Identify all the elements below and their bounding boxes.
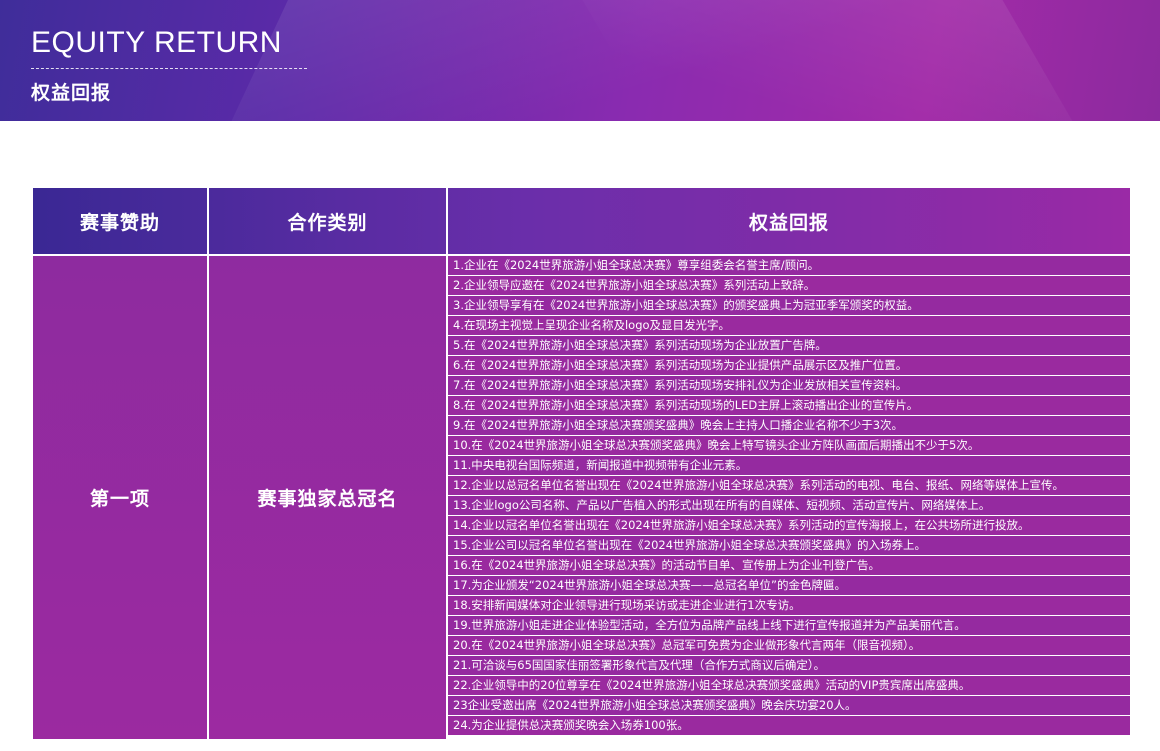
- benefit-row: 24.为企业提供总决赛颁奖晚会入场券100张。: [448, 716, 1130, 736]
- benefit-row: 20.在《2024世界旅游小姐全球总决赛》总冠军可免费为企业做形象代言两年（限音…: [448, 636, 1130, 656]
- column-header-sponsorship: 赛事赞助: [79, 211, 160, 234]
- benefit-row: 7.在《2024世界旅游小姐全球总决赛》系列活动现场安排礼仪为企业发放相关宣传资…: [448, 376, 1130, 396]
- benefit-row: 9.在《2024世界旅游小姐全球总决赛颁奖盛典》晚会上主持人口播企业名称不少于3…: [448, 416, 1130, 436]
- benefit-row: 13.企业logo公司名称、产品以广告植入的形式出现在所有的自媒体、短视频、活动…: [448, 496, 1130, 516]
- benefit-row: 10.在《2024世界旅游小姐全球总决赛颁奖盛典》晚会上特写镜头企业方阵队画面后…: [448, 436, 1130, 456]
- benefit-row: 14.企业以冠名单位名誉出现在《2024世界旅游小姐全球总决赛》系列活动的宣传海…: [448, 516, 1130, 536]
- benefit-row: 12.企业以总冠名单位名誉出现在《2024世界旅游小姐全球总决赛》系列活动的电视…: [448, 476, 1130, 496]
- benefit-row: 21.可洽谈与65国国家佳丽签署形象代言及代理（合作方式商议后确定）。: [448, 656, 1130, 676]
- benefit-row: 16.在《2024世界旅游小姐全球总决赛》的活动节目单、宣传册上为企业刊登广告。: [448, 556, 1130, 576]
- page-title-cn: 权益回报: [31, 82, 112, 104]
- column-divider: [207, 188, 209, 739]
- benefits-table: 赛事赞助 合作类别 权益回报 第一项 赛事独家总冠名 1.企业在《2024世界旅…: [33, 188, 1130, 739]
- benefit-row: 5.在《2024世界旅游小姐全球总决赛》系列活动现场为企业放置广告牌。: [448, 336, 1130, 356]
- table-header: 赛事赞助 合作类别 权益回报: [33, 188, 1130, 254]
- benefit-row: 18.安排新闻媒体对企业领导进行现场采访或走进企业进行1次专访。: [448, 596, 1130, 616]
- benefit-row: 6.在《2024世界旅游小姐全球总决赛》系列活动现场为企业提供产品展示区及推广位…: [448, 356, 1130, 376]
- benefit-row: 22.企业领导中的20位尊享在《2024世界旅游小姐全球总决赛颁奖盛典》活动的V…: [448, 676, 1130, 696]
- benefit-row: 3.企业领导享有在《2024世界旅游小姐全球总决赛》的颁奖盛典上为冠亚季军颁奖的…: [448, 296, 1130, 316]
- benefit-row: 2.企业领导应邀在《2024世界旅游小姐全球总决赛》系列活动上致辞。: [448, 276, 1130, 296]
- header-banner: EQUITY RETURN 权益回报: [0, 0, 1160, 121]
- benefit-row: 11.中央电视台国际频道，新闻报道中视频带有企业元素。: [448, 456, 1130, 476]
- benefit-row: 1.企业在《2024世界旅游小姐全球总决赛》尊享组委会名誉主席/顾问。: [448, 256, 1130, 276]
- title-divider: [31, 68, 307, 69]
- page-title-en: EQUITY RETURN: [31, 26, 282, 59]
- column-header-benefits: 权益回报: [748, 211, 829, 234]
- benefit-row: 15.企业公司以冠名单位名誉出现在《2024世界旅游小姐全球总决赛颁奖盛典》的入…: [448, 536, 1130, 556]
- category-cell: 赛事独家总冠名: [209, 256, 446, 739]
- benefit-row: 4.在现场主视觉上呈现企业名称及logo及显目发光字。: [448, 316, 1130, 336]
- column-header-category: 合作类别: [287, 211, 368, 234]
- benefit-row: 8.在《2024世界旅游小姐全球总决赛》系列活动现场的LED主屏上滚动播出企业的…: [448, 396, 1130, 416]
- benefits-list: 1.企业在《2024世界旅游小姐全球总决赛》尊享组委会名誉主席/顾问。 2.企业领…: [448, 256, 1130, 736]
- benefit-row: 19.世界旅游小姐走进企业体验型活动，全方位为品牌产品线上线下进行宣传报道并为产…: [448, 616, 1130, 636]
- benefit-row: 17.为企业颁发“2024世界旅游小姐全球总决赛——总冠名单位”的金色牌匾。: [448, 576, 1130, 596]
- benefit-row: 23企业受邀出席《2024世界旅游小姐全球总决赛颁奖盛典》晚会庆功宴20人。: [448, 696, 1130, 716]
- banner-decoration: [565, 0, 1095, 121]
- sponsor-item-cell: 第一项: [33, 256, 207, 739]
